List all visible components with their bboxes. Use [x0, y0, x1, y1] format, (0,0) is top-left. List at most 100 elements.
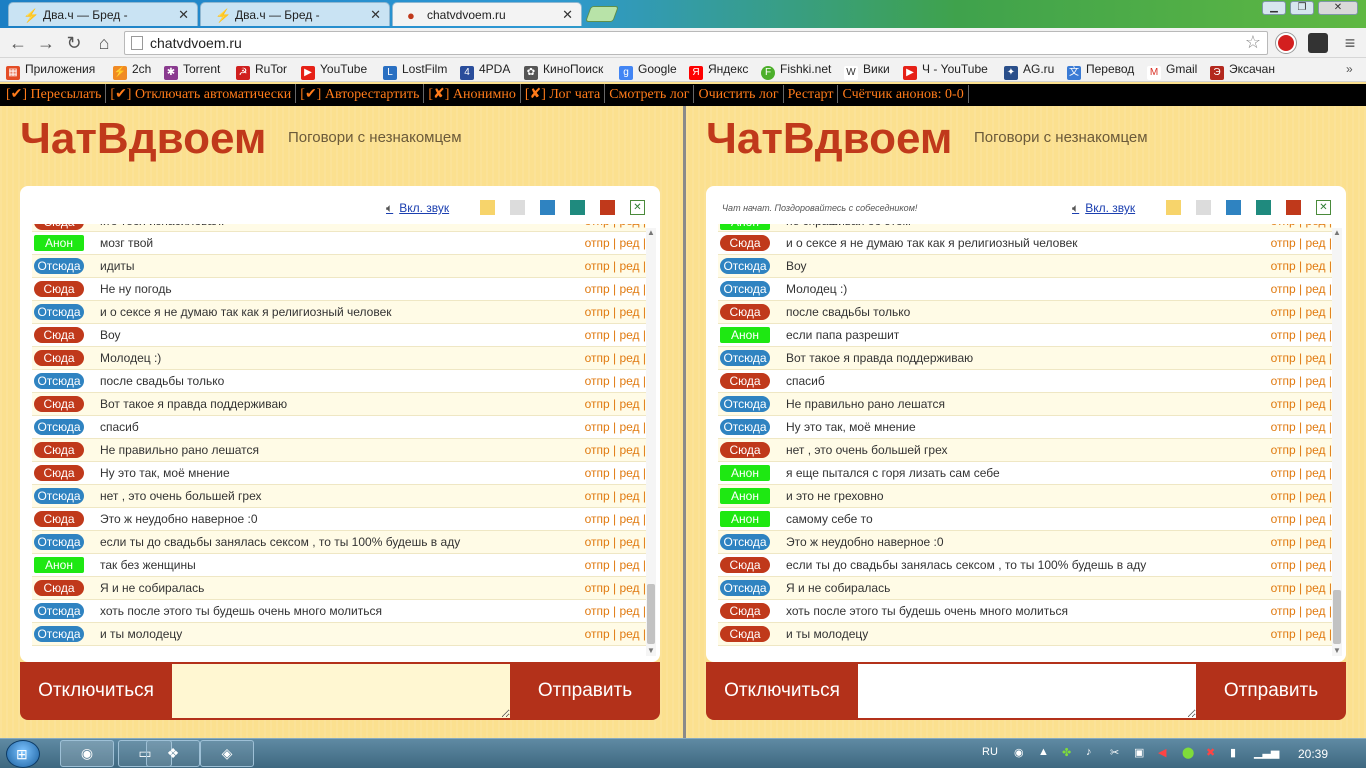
message-actions[interactable]: отпр | ред | [1271, 397, 1332, 411]
bookmark-exachan[interactable]: Э Эксачан [1210, 62, 1275, 80]
theme-teal-swatch[interactable] [1256, 200, 1271, 215]
scroll-down-icon[interactable]: ▼ [1332, 646, 1342, 656]
message-actions[interactable]: отпр | ред | [1271, 328, 1332, 342]
message-actions[interactable]: отпр | ред | [585, 224, 646, 228]
bookmark-yandex[interactable]: Я Яндекс [689, 62, 748, 80]
toggle-auto-disconnect[interactable]: [✔] Отключать автоматически [106, 84, 297, 103]
message-actions[interactable]: отпр | ред | [1271, 535, 1332, 549]
bookmark-ch-youtube[interactable]: ▶ Ч - YouTube [903, 62, 988, 80]
theme-teal-swatch[interactable] [570, 200, 585, 215]
menu-icon[interactable]: ≡ [1338, 31, 1362, 55]
tab-2ch-2[interactable]: ⚡ Два.ч — Бред - ✕ [200, 2, 390, 26]
monitor-icon[interactable]: ▣ [1134, 746, 1144, 759]
scrollbar[interactable]: ▲ ▼ [1332, 228, 1342, 656]
tab-2ch-1[interactable]: ⚡ Два.ч — Бред - ✕ [8, 2, 198, 26]
theme-red-swatch[interactable] [600, 200, 615, 215]
taskbar-chrome[interactable]: ◉ [60, 740, 114, 767]
message-actions[interactable]: отпр | ред | [585, 259, 646, 273]
clock[interactable]: 20:39 [1298, 747, 1328, 761]
bookmark-4pda[interactable]: 4 4PDA [460, 62, 510, 80]
message-actions[interactable]: отпр | ред | [1271, 489, 1332, 503]
sound-toggle-link[interactable]: 🔈︎ Вкл. звук [386, 201, 449, 216]
bookmark-rutor[interactable]: ☭ RuTor [236, 62, 287, 80]
bookmark-apps[interactable]: ▦ Приложения [6, 62, 95, 80]
message-actions[interactable]: отпр | ред | [1271, 581, 1332, 595]
message-actions[interactable]: отпр | ред | [1271, 558, 1332, 572]
message-actions[interactable]: отпр | ред | [585, 236, 646, 250]
theme-gray-swatch[interactable] [510, 200, 525, 215]
message-actions[interactable]: отпр | ред | [585, 397, 646, 411]
close-icon[interactable]: ✕ [178, 7, 189, 23]
battery-icon[interactable]: ▮ [1230, 746, 1236, 759]
theme-yellow-swatch[interactable] [1166, 200, 1181, 215]
message-actions[interactable]: отпр | ред | [585, 282, 646, 296]
taskbar-game[interactable]: ◈ [200, 740, 254, 767]
bookmark-lostfilm[interactable]: L LostFilm [383, 62, 447, 80]
clover-icon[interactable]: ✤ [1062, 746, 1071, 759]
message-actions[interactable]: отпр | ред | [1271, 443, 1332, 457]
message-actions[interactable]: отпр | ред | [1271, 236, 1332, 250]
bookmark-torrent[interactable]: ✱ Torrent [164, 62, 220, 80]
message-actions[interactable]: отпр | ред | [585, 512, 646, 526]
message-actions[interactable]: отпр | ред | [585, 466, 646, 480]
message-actions[interactable]: отпр | ред | [1271, 259, 1332, 273]
message-actions[interactable]: отпр | ред | [585, 627, 646, 641]
theme-gray-swatch[interactable] [1196, 200, 1211, 215]
message-actions[interactable]: отпр | ред | [1271, 282, 1332, 296]
close-icon[interactable]: ✕ [370, 7, 381, 23]
tab-chatvdvoem[interactable]: ● chatvdvoem.ru ✕ [392, 2, 582, 26]
theme-red-swatch[interactable] [1286, 200, 1301, 215]
message-actions[interactable]: отпр | ред | [1271, 466, 1332, 480]
scroll-up-icon[interactable]: ▲ [646, 228, 656, 238]
excel-export-icon[interactable]: ✕ [630, 200, 645, 215]
bookmarks-overflow-icon[interactable]: » [1346, 62, 1353, 76]
message-actions[interactable]: отпр | ред | [1271, 374, 1332, 388]
excel-export-icon[interactable]: ✕ [1316, 200, 1331, 215]
scroll-up-icon[interactable]: ▲ [1332, 228, 1342, 238]
message-input[interactable] [172, 664, 510, 718]
message-actions[interactable]: отпр | ред | [585, 420, 646, 434]
message-input[interactable] [858, 664, 1196, 718]
minimize-icon[interactable]: ▁ [1262, 1, 1286, 15]
message-actions[interactable]: отпр | ред | [585, 581, 646, 595]
bookmark-youtube[interactable]: ▶ YouTube [301, 62, 367, 80]
theme-blue-swatch[interactable] [540, 200, 555, 215]
message-actions[interactable]: отпр | ред | [585, 489, 646, 503]
bookmark-2ch[interactable]: ⚡ 2ch [113, 62, 151, 80]
message-actions[interactable]: отпр | ред | [585, 374, 646, 388]
disconnect-button[interactable]: Отключиться [20, 662, 172, 720]
scrollbar[interactable]: ▲ ▼ [646, 228, 656, 656]
message-actions[interactable]: отпр | ред | [1271, 420, 1332, 434]
close-icon[interactable]: ✕ [562, 7, 573, 23]
message-actions[interactable]: отпр | ред | [585, 604, 646, 618]
message-actions[interactable]: отпр | ред | [585, 535, 646, 549]
tools-icon[interactable]: ✂ [1110, 746, 1119, 759]
message-actions[interactable]: отпр | ред | [585, 443, 646, 457]
url-text[interactable]: chatvdvoem.ru [150, 35, 242, 51]
message-actions[interactable]: отпр | ред | [1271, 604, 1332, 618]
message-actions[interactable]: отпр | ред | [1271, 512, 1332, 526]
disconnect-button[interactable]: Отключиться [706, 662, 858, 720]
scroll-thumb[interactable] [1333, 590, 1341, 644]
message-actions[interactable]: отпр | ред | [585, 558, 646, 572]
toggle-chat-log[interactable]: [✘] Лог чата [521, 84, 606, 103]
taskbar-app[interactable]: ❖ [146, 740, 200, 767]
chrome-tray-icon[interactable]: ◉ [1014, 746, 1024, 759]
toggle-forward[interactable]: [✔] Пересылать [0, 84, 107, 103]
bookmark-agru[interactable]: ✦ AG.ru [1004, 62, 1054, 80]
language-indicator[interactable]: RU [982, 746, 998, 758]
message-actions[interactable]: отпр | ред | [585, 305, 646, 319]
extension-power-icon[interactable] [1276, 33, 1296, 53]
toggle-autorestart[interactable]: [✔] Авторестартить [296, 84, 425, 103]
signal-icon[interactable]: ▁▃▅ [1254, 746, 1279, 759]
message-actions[interactable]: отпр | ред | [585, 328, 646, 342]
back-arrow-icon[interactable]: ← [6, 31, 30, 55]
extension-badge-icon[interactable] [1308, 33, 1328, 53]
scroll-down-icon[interactable]: ▼ [646, 646, 656, 656]
speaker-muted-icon[interactable]: ◀ [1158, 746, 1166, 759]
theme-yellow-swatch[interactable] [480, 200, 495, 215]
message-actions[interactable]: отпр | ред | [1271, 351, 1332, 365]
bookmark-gmail[interactable]: M Gmail [1147, 62, 1197, 80]
sound-toggle-link[interactable]: 🔈︎ Вкл. звук [1072, 201, 1135, 216]
send-button[interactable]: Отправить [1196, 662, 1346, 720]
